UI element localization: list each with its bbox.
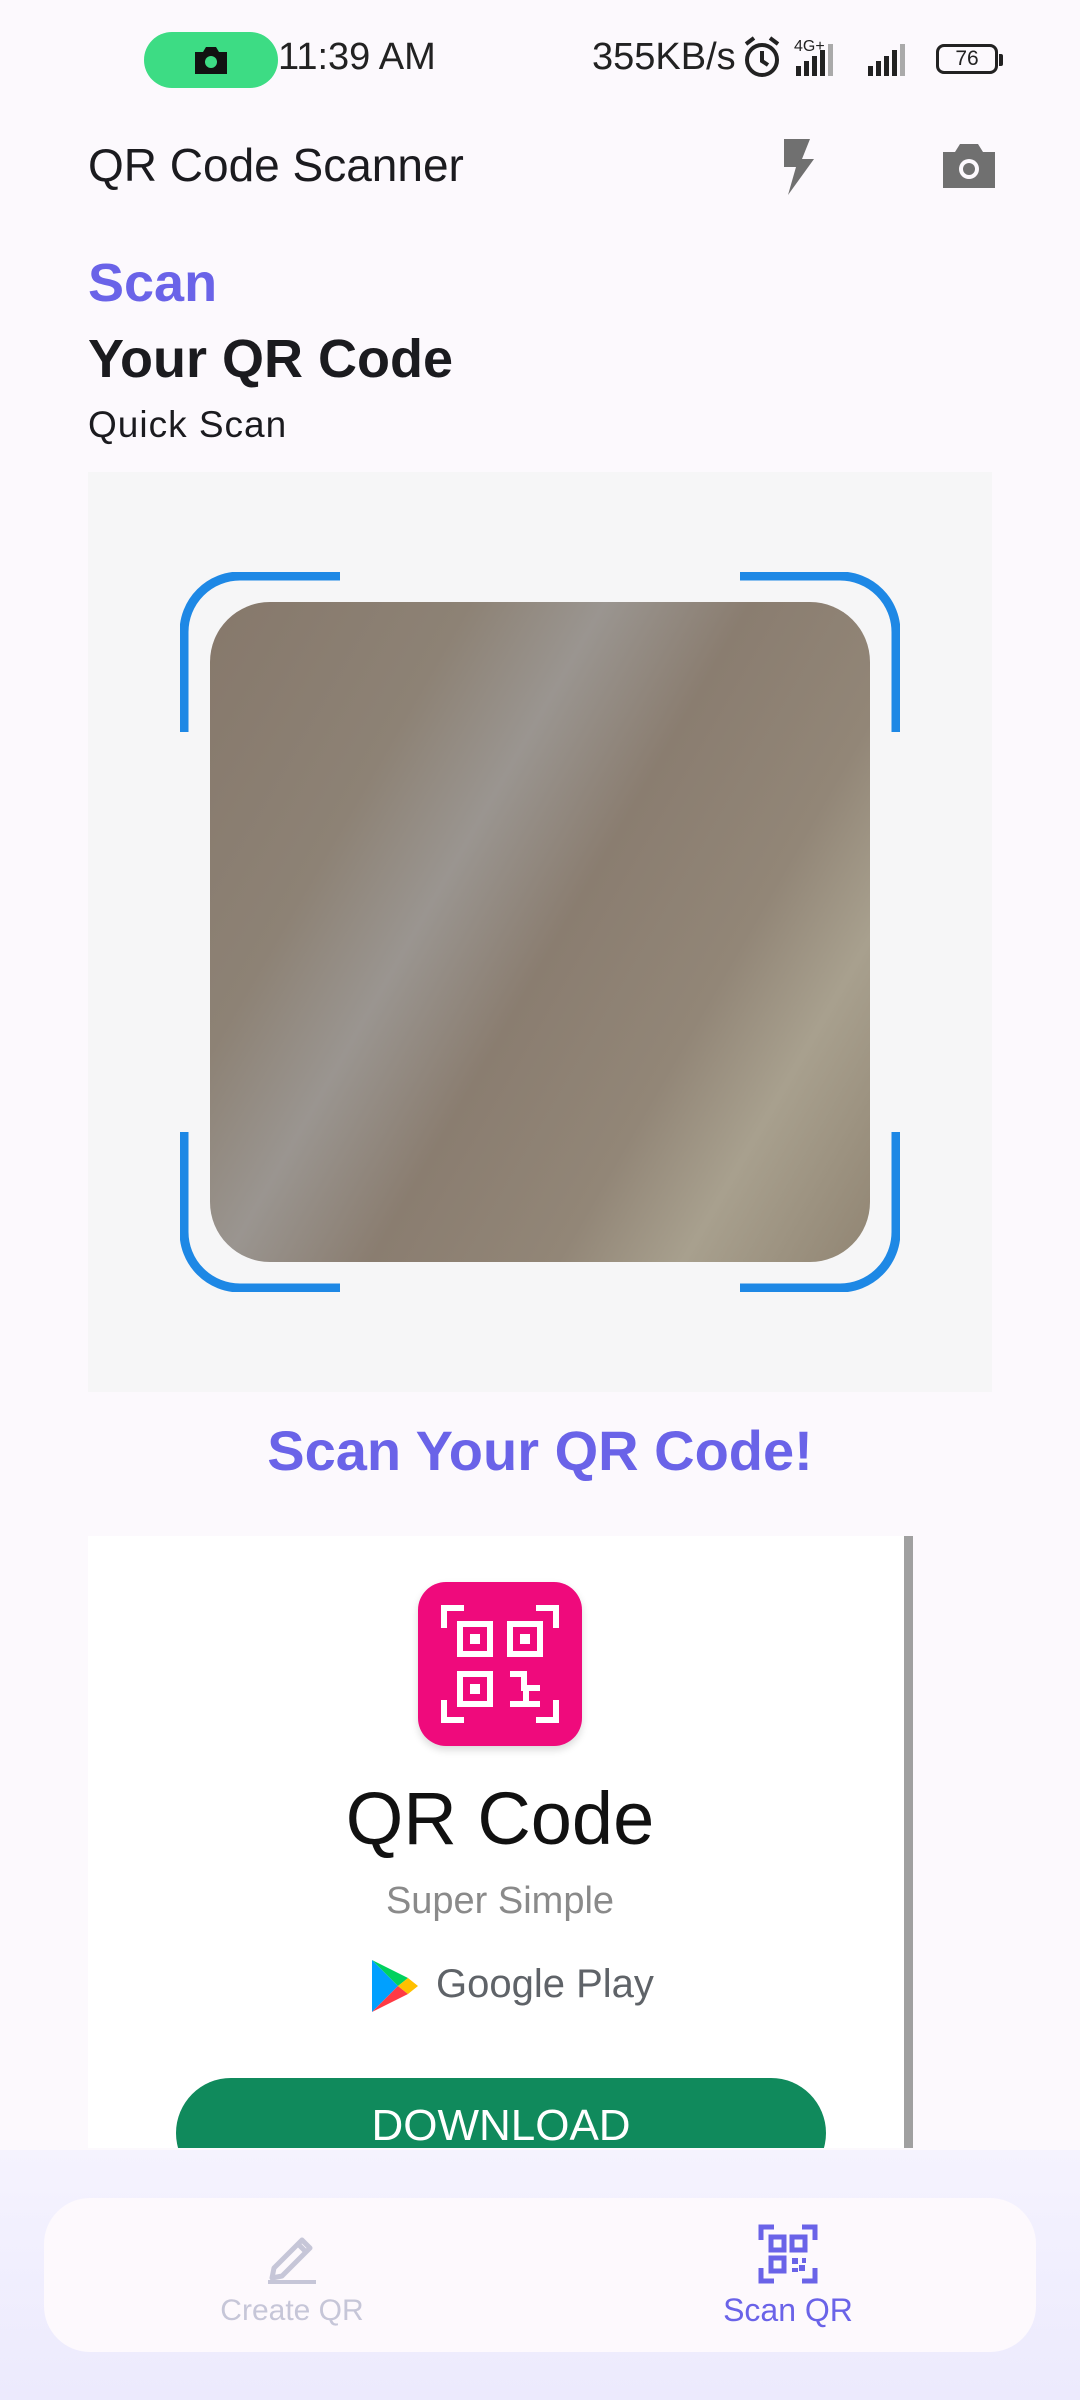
download-button[interactable]: DOWNLOAD — [176, 2078, 826, 2148]
nav-scan-label: Scan QR — [723, 2292, 853, 2328]
status-time: 11:39 AM — [278, 36, 436, 78]
switch-camera-button[interactable] — [934, 130, 1004, 202]
qr-app-icon — [418, 1582, 582, 1746]
header-accent: Scan — [88, 253, 218, 313]
flash-button[interactable] — [768, 130, 828, 202]
nav-scan-qr[interactable]: Scan QR — [646, 2220, 930, 2340]
google-play-icon — [372, 1960, 418, 2012]
flash-icon — [784, 139, 814, 195]
ad-title: QR Code — [345, 1777, 655, 1860]
network-type: 4G+ — [794, 38, 825, 55]
ad-scrollbar — [904, 1536, 913, 2148]
page-subtitle: Quick Scan — [88, 404, 288, 445]
pencil-icon — [268, 2237, 316, 2284]
status-bar: 11:39 AM 355KB/s 4G+ 76 — [0, 0, 1080, 120]
app-title: QR Code Scanner — [88, 139, 464, 191]
camera-icon — [195, 47, 227, 74]
nav-create-label: Create QR — [220, 2294, 364, 2327]
ad-tagline: Super Simple — [385, 1880, 615, 1922]
page-title: Your QR Code — [88, 329, 454, 389]
scan-instruction: Scan Your QR Code! — [267, 1419, 813, 1482]
camera-icon — [943, 144, 995, 188]
battery-icon: 76 — [936, 44, 1003, 74]
ad-banner[interactable]: QR Code Super Simple Google Play DOWNLOA… — [88, 1536, 908, 2148]
alarm-icon — [744, 36, 780, 77]
qr-scan-icon — [758, 2224, 818, 2284]
qr-code-icon — [441, 1605, 559, 1723]
camera-in-use-indicator — [144, 32, 278, 88]
scan-frame-corners — [180, 572, 900, 1292]
alarm-signal-icons — [744, 36, 905, 77]
network-speed: 355KB/s — [592, 36, 736, 78]
google-play-label: Google Play — [436, 1962, 654, 2006]
nav-create-qr[interactable]: Create QR — [150, 2220, 434, 2340]
